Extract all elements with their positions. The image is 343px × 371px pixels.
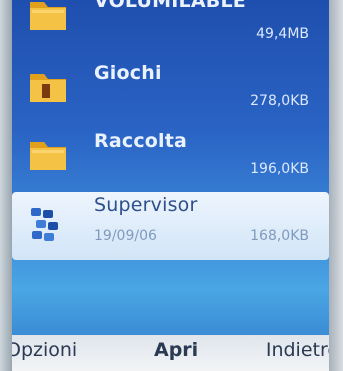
- options-softkey[interactable]: Opzioni: [12, 339, 77, 361]
- item-size: 278,0KB: [250, 93, 309, 109]
- list-item[interactable]: Raccolta 196,0KB: [12, 124, 329, 190]
- folder-icon: [28, 134, 68, 174]
- open-softkey[interactable]: Apri: [154, 339, 198, 361]
- item-name: Supervisor: [94, 194, 198, 216]
- back-softkey[interactable]: Indietro: [266, 339, 329, 361]
- item-name: VOLUMILABLE: [94, 0, 246, 12]
- item-size: 196,0KB: [250, 161, 309, 177]
- folder-icon: [28, 66, 68, 106]
- list-item[interactable]: Giochi 278,0KB: [12, 56, 329, 122]
- item-date: 19/09/06: [94, 228, 157, 244]
- folder-icon: [28, 0, 68, 34]
- phone-screen: VOLUMILABLE 49,4MB Giochi 278,0KB Raccol…: [12, 0, 329, 371]
- item-name: Giochi: [94, 62, 162, 84]
- app-blocks-icon: [28, 204, 68, 244]
- softkey-bar: Opzioni Apri Indietro: [12, 335, 329, 371]
- item-size: 49,4MB: [256, 26, 309, 42]
- device-bezel-left: [0, 0, 12, 371]
- item-name: Raccolta: [94, 130, 188, 152]
- list-item-selected[interactable]: Supervisor 19/09/06 168,0KB: [12, 192, 329, 260]
- item-size: 168,0KB: [250, 228, 309, 244]
- device-bezel-right: [329, 0, 343, 371]
